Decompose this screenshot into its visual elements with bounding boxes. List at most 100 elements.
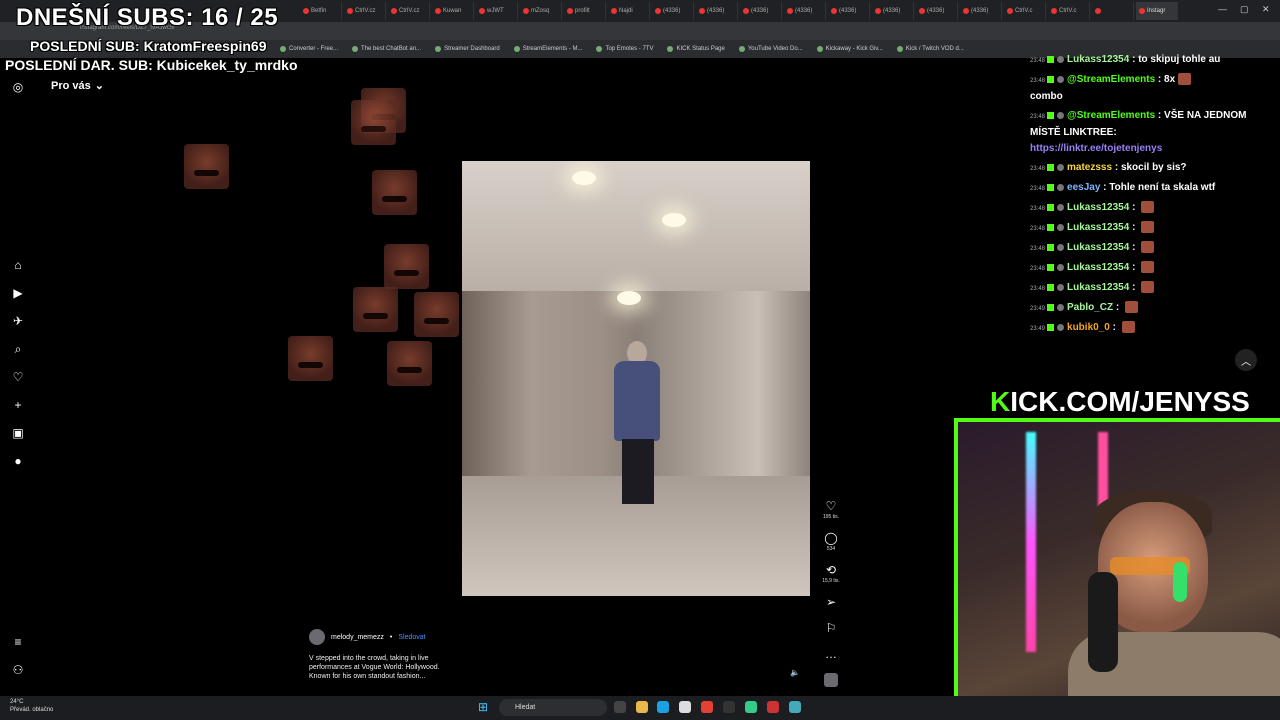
instagram-logo-icon[interactable]: ◎ (11, 80, 25, 94)
chat-username[interactable]: @StreamElements (1067, 74, 1155, 85)
repost-button[interactable]: ⟲ 15,9 tis. (816, 563, 846, 584)
chat-username[interactable]: Lukass12354 (1067, 54, 1129, 65)
bookmark-item[interactable]: The best ChatBot an... (352, 46, 421, 52)
tab-label: wJWT (487, 8, 504, 14)
app-icon[interactable] (767, 701, 779, 713)
bookmark-item[interactable]: Top Emotes - 7TV (596, 46, 653, 52)
notepad-icon[interactable] (789, 701, 801, 713)
chat-username[interactable]: Lukass12354 (1067, 222, 1129, 233)
browser-tab[interactable]: (4336) (740, 2, 782, 20)
bookmark-item[interactable]: Kickaway - Kick Giv... (816, 46, 883, 52)
threads-icon[interactable]: ⚇ (11, 663, 25, 677)
browser-tab[interactable]: CtrlV.cz (344, 2, 386, 20)
chat-message: 23:48 matezsss : skocil by sis? (1030, 162, 1187, 173)
bookmark-item[interactable]: Kick / Twitch VOD d... (896, 46, 964, 52)
tab-label: Betfin (311, 8, 327, 14)
obs-icon[interactable] (723, 701, 735, 713)
ceiling-light (662, 213, 686, 227)
browser-tab[interactable]: Kuwan (432, 2, 474, 20)
last-sub-overlay: POSLEDNÍ SUB: KratomFreespin69 (30, 38, 267, 54)
reels-icon[interactable]: ▶ (11, 286, 25, 300)
file-explorer-icon[interactable] (636, 701, 648, 713)
search-icon[interactable]: ⌕ (11, 342, 25, 356)
follow-button[interactable]: Sledovat (398, 634, 425, 641)
bookmark-favicon-icon (280, 46, 286, 52)
tab-favicon-icon (435, 8, 441, 14)
browser-tab[interactable]: (4336) (916, 2, 958, 20)
chat-link[interactable]: https://linktr.ee/tojetenjenys (1030, 143, 1162, 154)
bookmark-item[interactable]: StreamElements - M... (513, 46, 582, 52)
chat-username[interactable]: Pablo_CZ (1067, 302, 1113, 313)
bookmark-item[interactable]: YouTube Video Do... (738, 46, 803, 52)
bookmark-item[interactable]: Streamer Dashboard (435, 46, 500, 52)
maximize-icon[interactable]: ▢ (1240, 4, 1249, 15)
bookmark-item[interactable]: Converter - Free... (280, 46, 338, 52)
chat-username[interactable]: matezsss (1067, 162, 1112, 173)
dashboard-icon[interactable]: ▣ (11, 426, 25, 440)
browser-tab[interactable]: CtrlV.cz (388, 2, 430, 20)
feed-selector[interactable]: Pro vás ⌄ (51, 79, 104, 93)
chat-username[interactable]: Lukass12354 (1067, 282, 1129, 293)
browser-tab[interactable] (1092, 2, 1134, 20)
browser-tab[interactable]: (4336) (652, 2, 694, 20)
browser-tab[interactable]: (4336) (960, 2, 1002, 20)
kick-url-banner: KICK.COM/JENYSS (990, 386, 1250, 417)
comment-button[interactable]: ◯ 534 (816, 531, 846, 552)
chat-text: 8x (1164, 74, 1176, 85)
chat-username[interactable]: Lukass12354 (1067, 242, 1129, 253)
taskbar-search[interactable]: Hledat (499, 699, 607, 716)
notifications-icon[interactable]: ♡ (11, 370, 25, 384)
caption-text[interactable]: V stepped into the crowd, taking in live… (309, 654, 449, 681)
save-button[interactable]: ⚐ (816, 621, 846, 635)
scroll-up-button[interactable]: ︿ (1235, 349, 1257, 371)
reel-video[interactable] (462, 161, 810, 596)
more-options-button[interactable]: … (816, 647, 846, 661)
chat-username[interactable]: Lukass12354 (1067, 202, 1129, 213)
chat-timestamp: 23:48 (1030, 58, 1046, 64)
close-icon[interactable]: ✕ (1262, 4, 1270, 15)
profile-avatar-icon[interactable]: ● (11, 454, 25, 468)
weather-widget[interactable]: 24°C Převád. oblačno (10, 698, 53, 714)
chat-username[interactable]: eesJay (1067, 182, 1100, 193)
browser-tab[interactable]: profilt (564, 2, 606, 20)
username[interactable]: melody_memezz (331, 634, 384, 641)
share-button[interactable]: ➢ (816, 595, 846, 609)
chat-username[interactable]: kubik0_0 (1067, 322, 1110, 333)
minimize-icon[interactable]: — (1218, 4, 1227, 14)
messages-icon[interactable]: ✈ (11, 314, 25, 328)
chat-emote (1141, 221, 1155, 234)
kick-badge-icon (1047, 283, 1055, 291)
chrome-profile-icon[interactable] (745, 701, 757, 713)
bookmark-favicon-icon (596, 46, 603, 52)
bookmark-item[interactable]: KICK Status Page (667, 46, 725, 52)
volume-icon[interactable]: 🔈 (790, 668, 800, 677)
chrome-icon[interactable] (701, 701, 713, 713)
browser-tab[interactable]: wJWT (476, 2, 518, 20)
browser-tab[interactable]: Najdi (608, 2, 650, 20)
browser-tab[interactable]: CtrlV.c (1048, 2, 1090, 20)
browser-tab[interactable]: Betfin (300, 2, 342, 20)
create-icon[interactable]: + (11, 398, 25, 412)
browser-tab[interactable]: (4336) (784, 2, 826, 20)
menu-icon[interactable]: ≡ (11, 635, 25, 649)
store-icon[interactable] (679, 701, 691, 713)
browser-tab[interactable]: (4336) (696, 2, 738, 20)
bookmark-favicon-icon (816, 46, 823, 52)
avatar[interactable] (309, 629, 325, 645)
browser-tab[interactable]: (4336) (828, 2, 870, 20)
like-button[interactable]: ♡ 195 tis. (816, 499, 846, 520)
start-icon[interactable]: ⊞ (478, 700, 492, 714)
home-icon[interactable]: ⌂ (11, 258, 25, 272)
browser-tab[interactable]: CtrlV.c (1004, 2, 1046, 20)
edge-icon[interactable] (657, 701, 669, 713)
user-badge-icon (1057, 303, 1065, 311)
chat-username[interactable]: Lukass12354 (1067, 262, 1129, 273)
kick-badge-icon (1047, 55, 1055, 63)
task-view-icon[interactable] (614, 701, 626, 713)
browser-tab[interactable]: Instagr (1136, 2, 1178, 20)
browser-tab[interactable]: (4336) (872, 2, 914, 20)
browser-tab[interactable]: mZosq (520, 2, 562, 20)
audio-avatar[interactable] (824, 673, 838, 687)
kick-badge-icon (1047, 303, 1055, 311)
chat-username[interactable]: @StreamElements (1067, 110, 1155, 121)
